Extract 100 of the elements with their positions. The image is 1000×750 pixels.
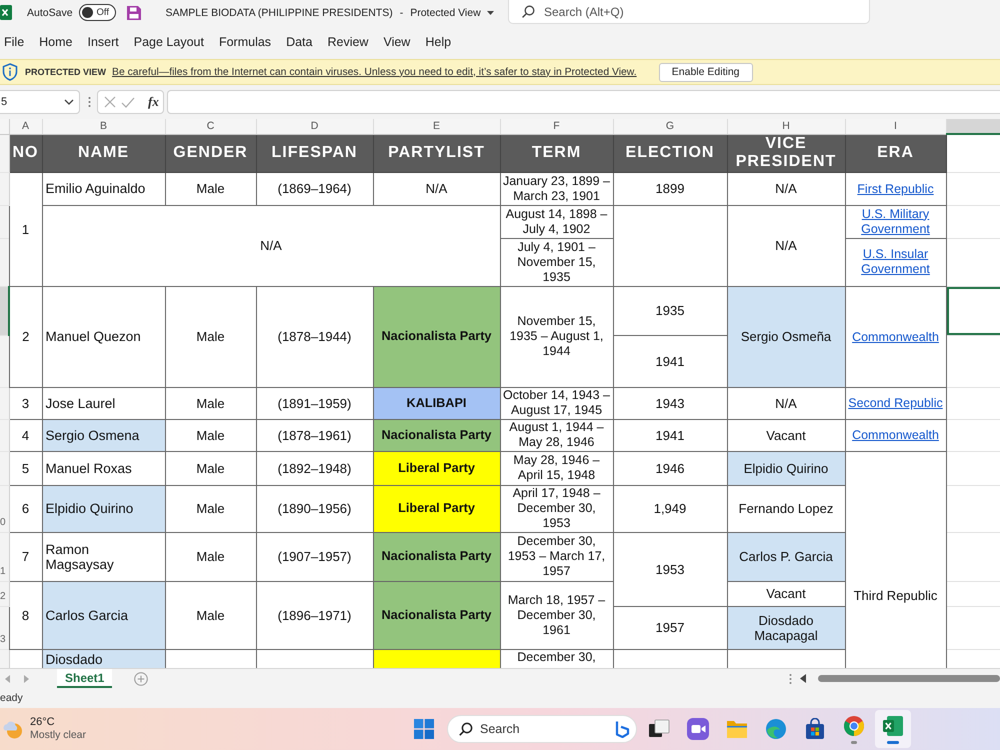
table-cell: Sergio Osmena <box>42 419 165 451</box>
table-cell: N/A <box>42 205 500 286</box>
table-cell: Male <box>165 172 256 205</box>
name-box[interactable]: 5 <box>0 90 80 114</box>
table-cell: (1869–1964) <box>256 172 373 205</box>
column-letter[interactable]: G <box>613 119 727 134</box>
status-text: eady <box>0 692 23 704</box>
ribbon-tab[interactable]: Insert <box>88 33 119 51</box>
table-cell: (1896–1971) <box>256 581 373 649</box>
table-cell: Male <box>165 581 256 649</box>
insert-function-button[interactable]: fx <box>148 94 159 110</box>
table-cell: (1878–1944) <box>256 286 373 387</box>
autosave-toggle[interactable]: Off <box>78 4 116 21</box>
check-icon[interactable] <box>121 96 135 108</box>
wave-globe-icon <box>765 718 787 740</box>
column-header: VICE PRESIDENT <box>727 134 845 172</box>
table-cell: N/A <box>727 387 845 419</box>
table-cell: April 17, 1948 – December 30, 1953 <box>500 485 613 532</box>
more-options-icon[interactable] <box>789 672 792 684</box>
table-cell: 7 <box>9 532 42 581</box>
spreadsheet-app-icon[interactable] <box>0 5 12 20</box>
table-cell: May 28, 1946 – April 15, 1948 <box>500 451 613 485</box>
grip-dots-icon[interactable] <box>88 96 91 108</box>
shield-icon <box>2 63 18 81</box>
formula-input-field[interactable] <box>167 90 1000 114</box>
taskbar-search-field[interactable]: Search <box>447 715 637 743</box>
table-cell: Liberal Party <box>373 451 500 485</box>
row-header[interactable]: 0 <box>0 485 9 532</box>
stacked-windows-icon <box>648 718 670 740</box>
table-cell: Carlos Garcia <box>42 581 165 649</box>
column-header: NAME <box>42 134 165 172</box>
table-cell: 1953 <box>613 532 727 606</box>
ribbon-tab[interactable]: File <box>4 33 24 51</box>
table-cell: Liberal Party <box>373 485 500 532</box>
selected-cell[interactable] <box>946 286 1000 335</box>
row-header[interactable] <box>0 286 9 335</box>
table-cell: N/A <box>373 172 500 205</box>
table-cell: (1890–1956) <box>256 485 373 532</box>
sheet-tab[interactable]: Sheet1 <box>57 669 112 688</box>
column-letter[interactable]: I <box>845 119 946 134</box>
scroll-left-icon[interactable] <box>800 674 806 683</box>
column-letter[interactable] <box>946 119 1000 134</box>
spreadsheet-app-icon <box>882 714 904 736</box>
table-cell: August 1, 1944 – May 28, 1946 <box>500 419 613 451</box>
table-cell: 1943 <box>613 387 727 419</box>
ribbon-tab[interactable]: View <box>383 33 410 51</box>
era-link[interactable]: U.S. Military Government <box>846 206 945 236</box>
table-cell: 5 <box>9 451 42 485</box>
window-grid-icon[interactable] <box>414 719 434 739</box>
b-logo-icon[interactable] <box>614 720 630 738</box>
search-field[interactable]: Search (Alt+Q) <box>508 0 870 24</box>
view-mode-dropdown[interactable]: Protected View <box>410 6 494 18</box>
running-indicator-icon <box>887 740 899 744</box>
column-header: LIFESPAN <box>256 134 373 172</box>
add-sheet-icon[interactable] <box>134 672 148 686</box>
next-sheet-icon[interactable] <box>24 674 29 682</box>
column-letter[interactable]: C <box>165 119 256 134</box>
warning-message-link[interactable]: Be careful—files from the Internet can contain viruses. Unless you need to edit, it’s safer to stay in Protected View. <box>112 66 637 78</box>
scrollbar-thumb[interactable] <box>818 675 1000 682</box>
ribbon-tab[interactable]: Formulas <box>218 33 272 51</box>
ribbon-tab[interactable]: Data <box>286 33 312 51</box>
table-cell: 1957 <box>613 606 727 649</box>
caret-down-icon <box>486 10 494 14</box>
save-icon[interactable] <box>126 4 142 20</box>
column-letter[interactable]: D <box>256 119 373 134</box>
column-letter[interactable]: B <box>42 119 165 134</box>
table-cell: Male <box>165 485 256 532</box>
table-cell: 1941 <box>613 419 727 451</box>
table-cell: Nacionalista Party <box>373 532 500 581</box>
row-header[interactable]: 2 <box>0 581 9 606</box>
enable-editing-button[interactable]: Enable Editing <box>658 62 753 82</box>
previous-sheet-icon[interactable] <box>5 674 10 682</box>
row-header[interactable]: 1 <box>0 532 9 581</box>
ribbon-tab[interactable]: Page Layout <box>134 33 204 51</box>
temperature-text: 26°C <box>30 716 56 729</box>
ribbon-tab[interactable]: Review <box>327 33 368 51</box>
column-letter[interactable]: H <box>727 119 845 134</box>
ribbon-tab[interactable]: Help <box>425 33 452 51</box>
era-link[interactable]: Commonwealth <box>852 330 939 344</box>
table-cell: 6 <box>9 485 42 532</box>
cancel-icon[interactable] <box>104 96 116 108</box>
table-cell: Male <box>165 451 256 485</box>
column-header: TERM <box>500 134 613 172</box>
table-cell: Ramon Magsaysay <box>42 532 165 581</box>
table-cell: October 14, 1943 – August 17, 1945 <box>500 387 613 419</box>
ribbon-tab[interactable]: Home <box>39 33 72 51</box>
table-cell: 4 <box>9 419 42 451</box>
column-letter[interactable]: E <box>373 119 500 134</box>
table-cell: January 23, 1899 – March 23, 1901 <box>500 172 613 205</box>
table-cell: KALIBAPI <box>373 387 500 419</box>
row-header[interactable]: 3 <box>0 606 9 649</box>
column-letter[interactable]: F <box>500 119 613 134</box>
toggle-knob-icon <box>82 7 93 18</box>
table-cell: 1899 <box>613 172 727 205</box>
table-cell: (1878–1961) <box>256 419 373 451</box>
running-indicator-icon <box>851 740 857 744</box>
autosave-label: AutoSave <box>27 6 73 18</box>
table-cell: 1946 <box>613 451 727 485</box>
table-cell: 1935 <box>613 286 727 335</box>
column-letter[interactable]: A <box>9 119 42 134</box>
